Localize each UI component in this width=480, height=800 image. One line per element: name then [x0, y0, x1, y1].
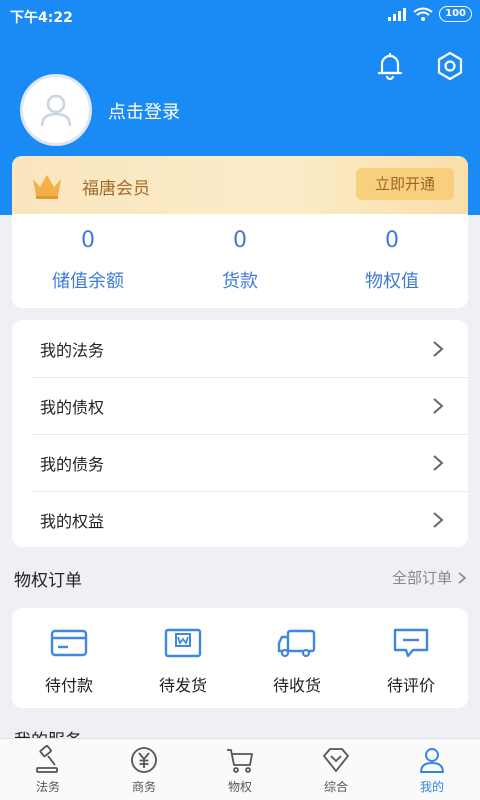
member-card: 福唐会员 立即开通 0 储值余额 0 货款 0 物权值: [12, 156, 468, 308]
status-bar: 下午4:22 100: [0, 0, 480, 30]
stat-value: 0: [81, 228, 95, 253]
menu-item-label: 我的债权: [40, 397, 105, 417]
stat-property-value[interactable]: 0 物权值: [316, 224, 468, 308]
tab-general[interactable]: 综合: [288, 739, 384, 800]
login-link[interactable]: 点击登录: [108, 98, 180, 124]
member-title: 福唐会员: [82, 179, 150, 199]
member-banner: 福唐会员 立即开通: [12, 156, 468, 214]
chevron-right-icon: [433, 512, 444, 528]
signal-icon: [388, 8, 407, 21]
tab-label: 综合: [323, 780, 348, 794]
orders-section-header: 物权订单 全部订单: [14, 566, 466, 591]
truck-icon: [277, 629, 316, 658]
order-pending-payment[interactable]: 待付款: [12, 608, 126, 708]
menu-item-label: 我的权益: [40, 511, 105, 531]
menu-item-debts[interactable]: 我的债务: [12, 434, 468, 491]
stat-value: 0: [385, 228, 399, 253]
tab-legal[interactable]: 法务: [0, 739, 96, 800]
avatar-user-icon: [40, 94, 72, 127]
tab-mine[interactable]: 我的: [384, 739, 480, 800]
menu-item-legal[interactable]: 我的法务: [12, 320, 468, 377]
battery-indicator: 100: [439, 6, 472, 22]
bell-icon[interactable]: [372, 48, 408, 84]
order-label: 待付款: [44, 676, 93, 695]
menu-list: 我的法务 我的债权 我的债务 我的权益: [12, 320, 468, 547]
status-time: 下午4:22: [10, 10, 73, 26]
diamond-icon: [323, 748, 349, 772]
all-orders-label: 全部订单: [391, 569, 452, 587]
order-pending-receipt[interactable]: 待收货: [240, 608, 354, 708]
tab-label: 物权: [227, 780, 252, 794]
menu-item-rights[interactable]: 我的权益: [12, 491, 468, 547]
yuan-icon: [131, 747, 157, 773]
order-pending-review[interactable]: 待评价: [354, 608, 468, 708]
avatar[interactable]: [20, 74, 92, 146]
cart-icon: [227, 749, 253, 773]
comment-icon: [393, 628, 429, 658]
open-membership-button[interactable]: 立即开通: [356, 168, 454, 200]
chevron-right-icon: [433, 455, 444, 471]
stat-payment[interactable]: 0 货款: [164, 224, 316, 308]
wifi-icon: [413, 7, 433, 21]
stat-label: 货款: [222, 271, 258, 292]
card-icon: [50, 629, 88, 657]
stat-balance[interactable]: 0 储值余额: [12, 224, 164, 308]
all-orders-link[interactable]: 全部订单: [392, 567, 466, 588]
package-icon: [164, 628, 202, 658]
menu-item-label: 我的法务: [40, 340, 105, 360]
tab-business[interactable]: 商务: [96, 739, 192, 800]
order-label: 待收货: [272, 676, 321, 695]
order-label: 待评价: [386, 676, 435, 695]
tab-label: 法务: [35, 780, 60, 794]
stat-value: 0: [233, 228, 247, 253]
order-pending-shipment[interactable]: 待发货: [126, 608, 240, 708]
tab-label: 我的: [419, 780, 444, 794]
orders-section-title: 物权订单: [14, 571, 82, 591]
stat-label: 物权值: [365, 271, 419, 292]
chevron-right-icon: [433, 341, 444, 357]
crown-icon: [33, 175, 61, 199]
user-icon: [420, 748, 444, 773]
status-icons: 100: [387, 6, 472, 22]
settings-icon[interactable]: [432, 48, 468, 84]
menu-item-claims[interactable]: 我的债权: [12, 377, 468, 434]
orders-card: 待付款 待发货 待收货 待评价: [12, 608, 468, 708]
stat-label: 储值余额: [52, 271, 124, 292]
member-stats: 0 储值余额 0 货款 0 物权值: [12, 224, 468, 308]
chevron-right-icon: [433, 398, 444, 414]
tab-property[interactable]: 物权: [192, 739, 288, 800]
tab-label: 商务: [131, 780, 156, 794]
gavel-icon: [36, 745, 58, 773]
chevron-right-icon: [458, 571, 466, 584]
menu-item-label: 我的债务: [40, 454, 105, 474]
bottom-tab-bar: 法务 商务 物权 综合 我的: [0, 738, 480, 800]
order-label: 待发货: [158, 676, 207, 695]
